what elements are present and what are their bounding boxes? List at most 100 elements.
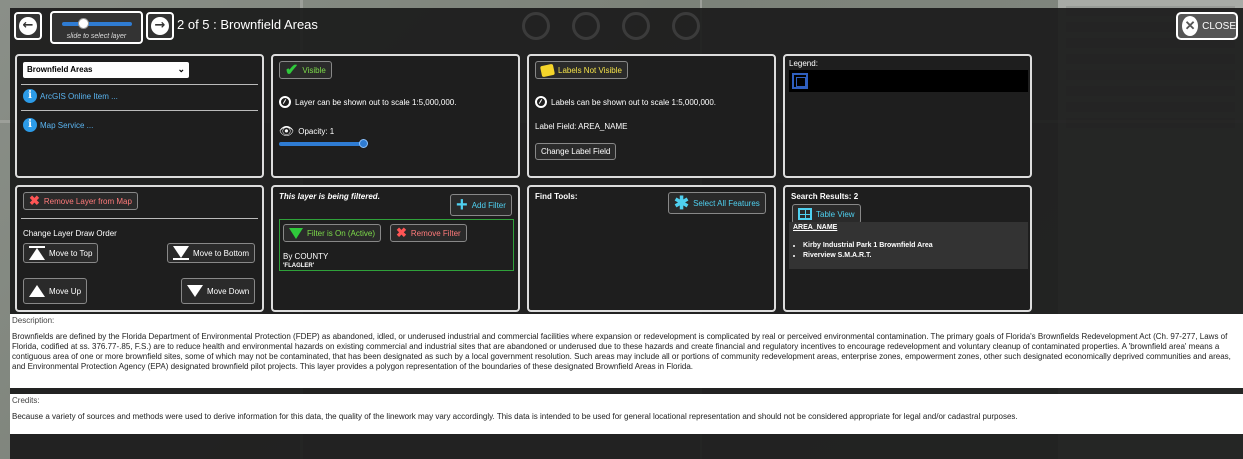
move-down-button[interactable]: Move Down [181,278,256,304]
labels-toggle-button[interactable]: Labels Not Visible [535,61,628,79]
divider [21,110,258,111]
label-field-text: Label Field: AREA_NAME [535,122,628,131]
credits-section: Credits: Because a variety of sources an… [10,394,1243,434]
search-results-panel: Search Results: 2 Table View AREA_NAME K… [783,185,1032,312]
arcgis-online-link[interactable]: i ArcGIS Online Item ... [23,89,118,103]
filter-on-button[interactable]: Filter is On (Active) [283,224,382,242]
arrow-left-icon: ← [19,17,37,35]
draw-order-panel: ✖ Remove Layer from Map Change Layer Dra… [15,185,264,312]
opacity-label: Opacity: 1 [298,126,335,136]
visibility-panel: ✔ Visible Layer can be shown out to scal… [271,54,520,178]
add-filter-button[interactable]: + Add Filter [450,194,512,216]
arcgis-online-label: ArcGIS Online Item ... [40,91,118,101]
layer-scale-text: Layer can be shown out to scale 1:5,000,… [279,96,456,108]
table-view-label: Table View [816,209,855,219]
labels-panel: Labels Not Visible Labels can be shown o… [527,54,776,178]
remove-filter-button[interactable]: ✖ Remove Filter [390,224,467,242]
table-view-button[interactable]: Table View [792,204,861,224]
search-icon [522,12,550,40]
move-up-button[interactable]: Move Up [23,278,88,304]
arrow-right-icon: → [151,17,169,35]
list-item[interactable]: Kirby Industrial Park 1 Brownfield Area [803,241,933,251]
map-service-link[interactable]: i Map Service ... [23,118,93,132]
move-to-top-button[interactable]: Move to Top [23,243,99,263]
layer-select-value: Brownfield Areas [27,65,93,74]
remove-layer-button[interactable]: ✖ Remove Layer from Map [23,192,138,210]
filtered-status-text: This layer is being filtered. [279,192,380,201]
close-icon: ✕ [1182,16,1199,36]
filter-value-text: 'FLAGLER' [283,263,315,269]
print-icon [572,12,600,40]
layer-properties-dialog: ← slide to select layer → 2 of 5 : Brown… [10,8,1243,459]
previous-layer-button[interactable]: ← [14,12,42,40]
remove-x-icon: ✖ [29,193,40,208]
legend-panel: Legend: [783,54,1032,178]
change-label-field-label: Change Label Field [541,147,611,156]
credits-text: Because a variety of sources and methods… [12,412,1018,421]
legend-swatch [792,73,808,89]
map-service-label: Map Service ... [40,120,94,130]
eye-icon: 👁 [279,124,295,138]
legend-content [789,70,1028,92]
dialog-header: ← slide to select layer → 2 of 5 : Brown… [10,8,1243,54]
visible-toggle-button[interactable]: ✔ Visible [279,61,332,79]
slider-track [62,18,132,29]
add-filter-label: Add Filter [471,200,506,210]
layer-select[interactable]: Brownfield Areas ⌄ [23,62,189,78]
opacity-slider-knob[interactable] [359,139,368,148]
tag-icon [539,63,556,77]
filter-icon [289,227,303,239]
divider [21,84,258,85]
list-item[interactable]: Riverview S.M.A.R.T. [803,251,933,261]
close-label: CLOSE [1202,20,1236,32]
scale-icon [279,96,291,108]
legend-title: Legend: [789,59,818,68]
description-section: Description: Brownfields are defined by … [10,314,1243,388]
credits-label: Credits: [12,396,40,405]
labels-visibility-label: Labels Not Visible [558,65,622,75]
layer-slider[interactable]: slide to select layer [50,11,143,44]
next-layer-button[interactable]: → [146,12,174,40]
arrow-down-icon [187,285,203,297]
chevron-down-icon: ⌄ [177,64,185,74]
select-all-features-button[interactable]: ✱ Select All Features [668,192,766,214]
scale-icon [535,96,547,108]
slider-caption: slide to select layer [66,33,127,40]
find-tools-title: Find Tools: [535,192,578,201]
close-button[interactable]: ✕ CLOSE [1176,12,1238,40]
move-up-label: Move Up [49,286,82,296]
draw-order-title: Change Layer Draw Order [23,229,117,238]
background-toolbar [522,12,700,40]
asterisk-icon: ✱ [674,192,690,213]
share-icon [622,12,650,40]
slider-knob[interactable] [78,18,89,29]
opacity-slider[interactable] [279,139,368,148]
remove-filter-label: Remove Filter [410,228,461,238]
find-tools-panel: Find Tools: ✱ Select All Features [527,185,776,312]
move-down-label: Move Down [207,286,250,296]
move-to-top-icon [29,246,45,260]
labels-scale-text: Labels can be shown out to scale 1:5,000… [535,96,716,108]
results-list-box: AREA_NAME Kirby Industrial Park 1 Brownf… [789,222,1028,269]
move-to-top-label: Move to Top [49,248,93,258]
remove-x-icon: ✖ [396,225,407,240]
filter-on-label: Filter is On (Active) [307,228,376,238]
table-icon [798,208,812,220]
results-column-header: AREA_NAME [793,224,838,231]
labels-scale-label: Labels can be shown out to scale 1:5,000… [551,97,717,107]
remove-layer-label: Remove Layer from Map [43,196,132,206]
divider [21,218,258,219]
change-label-field-button[interactable]: Change Label Field [535,143,617,160]
move-to-bottom-button[interactable]: Move to Bottom [167,243,256,263]
description-label: Description: [12,316,55,325]
filter-field-text: By COUNTY [283,252,329,261]
layer-scale-label: Layer can be shown out to scale 1:5,000,… [295,97,457,107]
dialog-title: 2 of 5 : Brownfield Areas [177,17,318,32]
info-icon: i [23,118,37,132]
filter-panel: This layer is being filtered. + Add Filt… [271,185,520,312]
plus-icon: + [456,194,468,216]
help-icon [672,12,700,40]
opacity-text: 👁 Opacity: 1 [279,124,334,138]
arrow-up-icon [29,285,45,297]
search-results-title: Search Results: 2 [791,192,859,201]
